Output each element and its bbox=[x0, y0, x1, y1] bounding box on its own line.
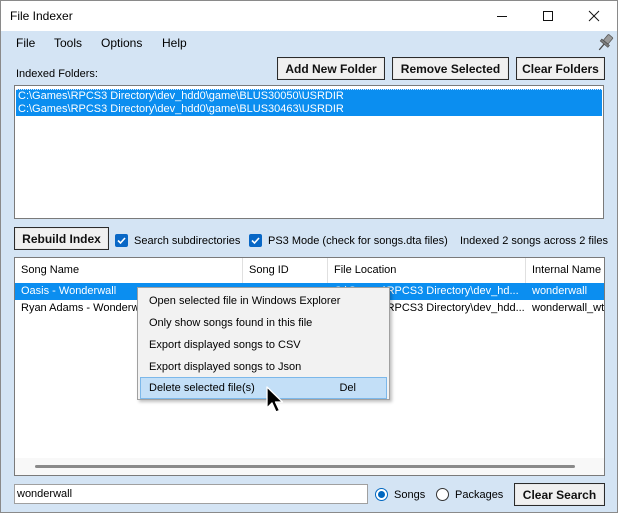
menu-tools[interactable]: Tools bbox=[54, 36, 82, 50]
ps3-mode-checkbox[interactable] bbox=[249, 234, 262, 247]
horizontal-scrollbar[interactable] bbox=[15, 458, 604, 475]
context-menu-item-label: Only show songs found in this file bbox=[149, 317, 313, 329]
column-header-song-name[interactable]: Song Name bbox=[15, 258, 243, 283]
menu-help[interactable]: Help bbox=[162, 36, 187, 50]
add-new-folder-button[interactable]: Add New Folder bbox=[277, 57, 385, 80]
indexed-folders-label: Indexed Folders: bbox=[16, 68, 98, 80]
menu-options[interactable]: Options bbox=[101, 36, 142, 50]
file-indexer-window: File Indexer File Tools Options Help Ind… bbox=[0, 0, 618, 513]
maximize-icon bbox=[543, 11, 553, 21]
mouse-cursor-icon bbox=[266, 386, 284, 413]
rebuild-index-button[interactable]: Rebuild Index bbox=[14, 227, 109, 250]
menu-file[interactable]: File bbox=[16, 36, 35, 50]
packages-radio-label: Packages bbox=[455, 489, 504, 501]
search-subdirectories-label: Search subdirectories bbox=[134, 235, 241, 247]
checkmark-icon bbox=[251, 237, 260, 245]
context-menu-item-label: Delete selected file(s) bbox=[149, 382, 255, 394]
close-button[interactable] bbox=[571, 1, 617, 31]
context-menu-shortcut: Del bbox=[339, 382, 356, 394]
menu-bar: File Tools Options Help bbox=[1, 31, 617, 55]
context-menu-item-label: Open selected file in Windows Explorer bbox=[149, 295, 341, 307]
remove-selected-button[interactable]: Remove Selected bbox=[392, 57, 509, 80]
songs-radio-label: Songs bbox=[394, 489, 426, 501]
context-menu-export-json[interactable]: Export displayed songs to Json bbox=[140, 356, 387, 378]
folder-item[interactable]: C:\Games\RPCS3 Directory\dev_hdd0\game\B… bbox=[16, 103, 602, 116]
index-status-text: Indexed 2 songs across 2 files bbox=[460, 235, 608, 247]
cell-internal-name: wonderwall_wtc bbox=[532, 302, 604, 314]
maximize-button[interactable] bbox=[525, 1, 571, 31]
grid-header: Song Name Song ID File Location Internal… bbox=[15, 258, 604, 284]
folder-item[interactable]: C:\Games\RPCS3 Directory\dev_hdd0\game\B… bbox=[16, 89, 602, 103]
indexed-folders-list[interactable]: C:\Games\RPCS3 Directory\dev_hdd0\game\B… bbox=[14, 85, 604, 219]
context-menu-item-label: Export displayed songs to CSV bbox=[149, 339, 301, 351]
context-menu: Open selected file in Windows Explorer O… bbox=[137, 287, 390, 400]
minimize-icon bbox=[497, 16, 507, 17]
close-icon bbox=[588, 10, 600, 22]
checkmark-icon bbox=[117, 237, 126, 245]
context-menu-item-label: Export displayed songs to Json bbox=[149, 361, 302, 373]
ps3-mode-label: PS3 Mode (check for songs.dta files) bbox=[268, 235, 448, 247]
search-subdirectories-checkbox[interactable] bbox=[115, 234, 128, 247]
title-bar: File Indexer bbox=[1, 1, 617, 31]
column-header-file-location[interactable]: File Location bbox=[328, 258, 526, 283]
minimize-button[interactable] bbox=[479, 1, 525, 31]
scrollbar-thumb[interactable] bbox=[35, 465, 575, 468]
context-menu-export-csv[interactable]: Export displayed songs to CSV bbox=[140, 334, 387, 356]
context-menu-open-in-explorer[interactable]: Open selected file in Windows Explorer bbox=[140, 290, 387, 312]
window-title: File Indexer bbox=[10, 9, 73, 23]
packages-radio[interactable] bbox=[436, 488, 449, 501]
clear-folders-button[interactable]: Clear Folders bbox=[516, 57, 605, 80]
column-header-internal-name[interactable]: Internal Name bbox=[526, 258, 604, 283]
search-input[interactable] bbox=[14, 484, 368, 504]
pin-icon[interactable] bbox=[595, 33, 615, 53]
songs-radio[interactable] bbox=[375, 488, 388, 501]
context-menu-only-show-songs[interactable]: Only show songs found in this file bbox=[140, 312, 387, 334]
cell-internal-name: wonderwall bbox=[532, 285, 588, 297]
clear-search-button[interactable]: Clear Search bbox=[514, 483, 605, 506]
column-header-song-id[interactable]: Song ID bbox=[243, 258, 328, 283]
